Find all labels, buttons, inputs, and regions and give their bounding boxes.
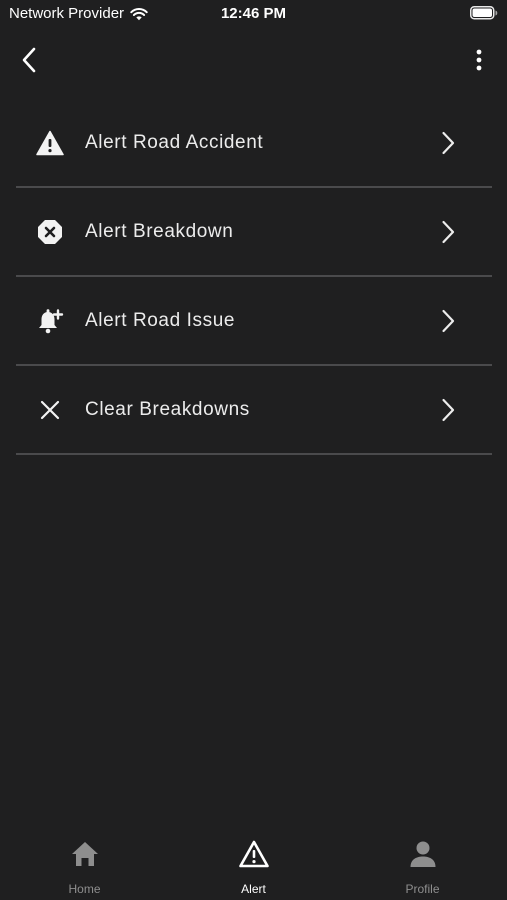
alert-road-issue-item[interactable]: Alert Road Issue — [16, 277, 492, 366]
chevron-left-icon — [22, 47, 36, 73]
top-navigation-bar — [0, 40, 507, 80]
more-options-button[interactable] — [467, 44, 491, 76]
alert-road-accident-item[interactable]: Alert Road Accident — [16, 99, 492, 188]
close-icon — [35, 395, 65, 425]
warning-triangle-icon — [35, 128, 65, 158]
person-icon — [406, 837, 440, 871]
alert-road-accident-label: Alert Road Accident — [85, 131, 264, 153]
alert-options-list: Alert Road Accident Alert Breakdown Aler… — [16, 99, 492, 455]
home-icon — [68, 837, 102, 871]
tab-alert[interactable]: Alert — [169, 826, 338, 900]
status-bar: Network Provider 12:46 PM — [0, 0, 507, 28]
clear-breakdowns-label: Clear Breakdowns — [85, 398, 250, 420]
tab-profile-label: Profile — [405, 882, 440, 896]
tab-alert-label: Alert — [241, 882, 266, 896]
back-button[interactable] — [14, 44, 44, 76]
alert-road-issue-label: Alert Road Issue — [85, 309, 236, 331]
clear-breakdowns-item[interactable]: Clear Breakdowns — [16, 366, 492, 455]
bell-plus-icon — [35, 306, 65, 336]
status-time: 12:46 PM — [220, 5, 287, 22]
tab-home-label: Home — [68, 882, 101, 896]
alert-breakdown-item[interactable]: Alert Breakdown — [16, 188, 492, 277]
bottom-tab-bar: Home Alert Profile — [0, 826, 507, 900]
chevron-right-icon — [438, 128, 458, 158]
tab-profile[interactable]: Profile — [338, 826, 507, 900]
tab-home[interactable]: Home — [0, 826, 169, 900]
chevron-right-icon — [438, 395, 458, 425]
battery-icon — [470, 6, 498, 25]
more-vertical-icon — [476, 49, 482, 71]
chevron-right-icon — [438, 306, 458, 336]
alert-breakdown-label: Alert Breakdown — [85, 220, 234, 242]
x-octagon-icon — [35, 217, 65, 247]
warning-triangle-icon — [237, 837, 271, 871]
chevron-right-icon — [438, 217, 458, 247]
